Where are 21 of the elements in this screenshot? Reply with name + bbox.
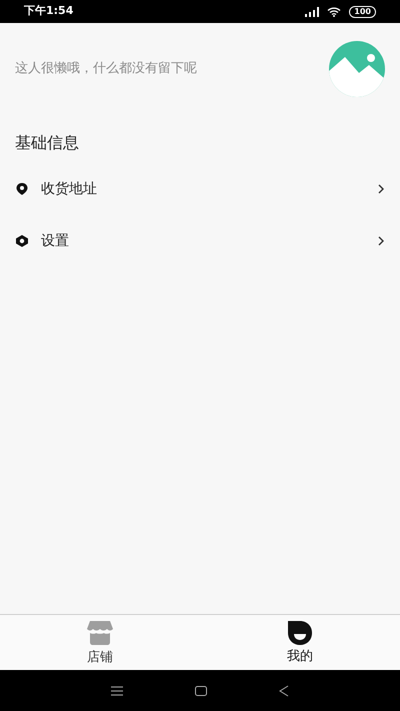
smile-drop-icon: [286, 618, 314, 647]
section-title: 基础信息: [15, 133, 79, 152]
wifi-icon: [327, 6, 342, 16]
back-icon[interactable]: [279, 684, 289, 696]
tab-item[interactable]: 我的: [200, 615, 400, 670]
menu-icon[interactable]: [111, 686, 123, 696]
location-pin-icon: [15, 182, 29, 196]
menu-item[interactable]: 设置: [0, 215, 400, 267]
menu-item[interactable]: 收货地址: [0, 163, 400, 215]
tab-label: 店铺: [87, 648, 113, 667]
signal-icon: [305, 6, 320, 16]
battery-indicator: 100: [349, 6, 376, 18]
tab-label: 我的: [287, 648, 313, 666]
menu-label: 收货地址: [41, 180, 98, 198]
tab-item[interactable]: 店铺: [0, 615, 200, 670]
profile-bio: 这人很懒哦，什么都没有留下呢: [15, 60, 197, 78]
chevron-right-icon: [377, 235, 385, 247]
status-time: 下午1:54: [24, 3, 74, 20]
home-icon[interactable]: [195, 686, 207, 696]
chevron-right-icon: [377, 183, 385, 195]
menu-label: 设置: [41, 232, 70, 250]
